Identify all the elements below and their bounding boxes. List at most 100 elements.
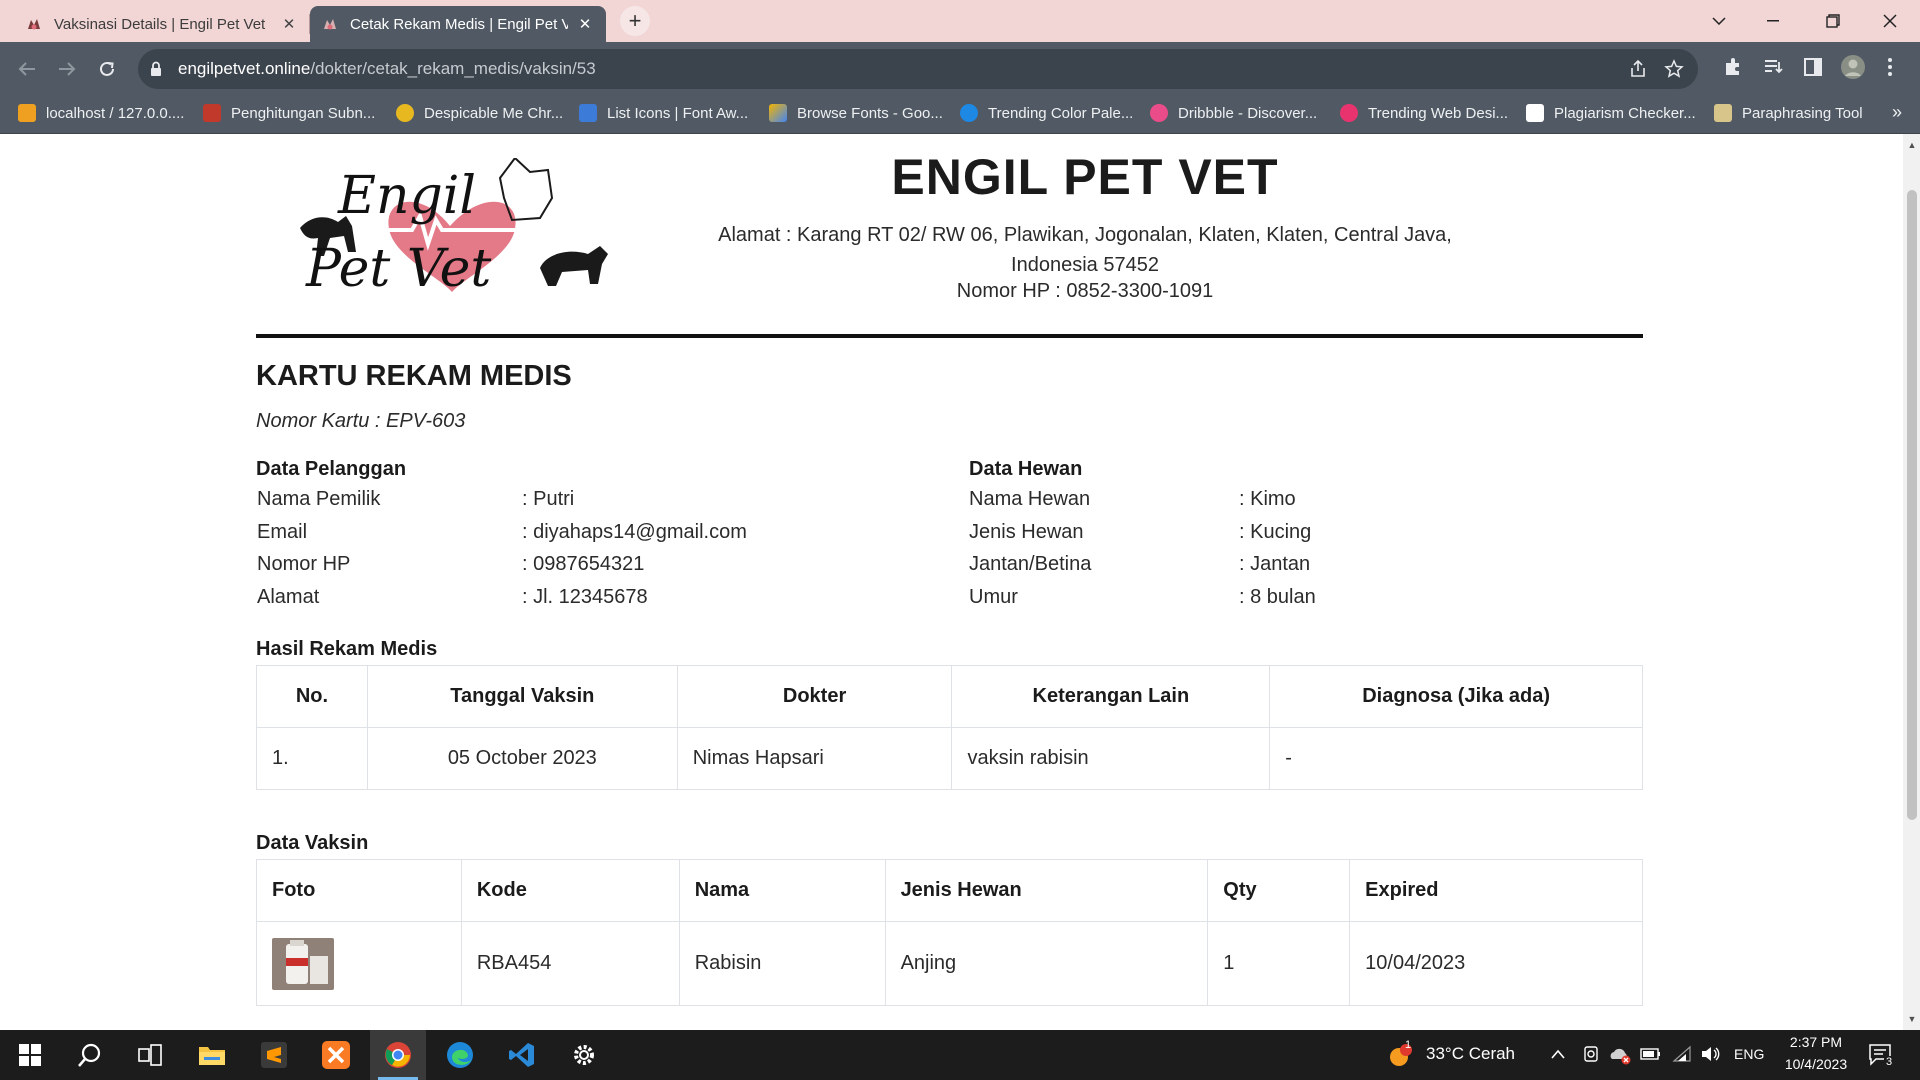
table-cell: - <box>1269 727 1643 790</box>
bookmark-plagiarism[interactable]: Plagiarism Checker... <box>1526 104 1696 122</box>
windows-start-button[interactable] <box>2 1030 58 1080</box>
browser-toolbar: engilpetvet.online/dokter/cetak_rekam_me… <box>0 42 1920 96</box>
reading-list-icon[interactable] <box>1762 56 1784 78</box>
coolors-icon <box>960 104 978 122</box>
close-window-button[interactable] <box>1875 8 1905 34</box>
field-value: : diyahaps14@gmail.com <box>522 521 747 543</box>
weather-text[interactable]: 33°C Cerah <box>1426 1044 1515 1064</box>
tab-vaksinasi-details[interactable]: Vaksinasi Details | Engil Pet Vet ✕ <box>14 6 310 42</box>
table-row: 1. 05 October 2023 Nimas Hapsari vaksin … <box>256 727 1643 790</box>
bookmark-despicable-me[interactable]: Despicable Me Chr... <box>396 104 563 122</box>
field-label: Nama Pemilik <box>257 488 381 510</box>
address-bar[interactable]: engilpetvet.online/dokter/cetak_rekam_me… <box>138 49 1698 89</box>
field-value: : 8 bulan <box>1239 586 1316 608</box>
table-cell <box>256 921 462 1006</box>
bookmark-paraphrasing[interactable]: Paraphrasing Tool <box>1714 104 1863 122</box>
folder-icon <box>199 1047 225 1065</box>
vscode-icon <box>509 1043 534 1067</box>
minimize-button[interactable] <box>1758 8 1788 34</box>
bookmark-coolors[interactable]: Trending Color Pale... <box>960 104 1133 122</box>
search-icon <box>78 1043 101 1067</box>
bookmark-star-icon[interactable] <box>1664 59 1684 79</box>
bookmark-font-awesome[interactable]: List Icons | Font Aw... <box>579 104 748 122</box>
rekam-medis-table: No. Tanggal Vaksin Dokter Keterangan Lai… <box>256 665 1643 790</box>
url-path: /dokter/cetak_rekam_medis/vaksin/53 <box>310 59 596 78</box>
bookmark-label: Penghitungan Subn... <box>231 104 376 122</box>
url-text[interactable]: engilpetvet.online/dokter/cetak_rekam_me… <box>178 59 596 79</box>
lock-icon[interactable] <box>150 61 162 77</box>
column-header: Jenis Hewan <box>884 859 1209 922</box>
table-cell: vaksin rabisin <box>951 727 1271 790</box>
google-fonts-icon <box>769 104 787 122</box>
battery-icon[interactable] <box>1640 1047 1662 1061</box>
chevron-up-icon[interactable] <box>1550 1048 1566 1060</box>
volume-icon[interactable] <box>1700 1045 1720 1063</box>
wifi-icon[interactable] <box>1672 1045 1692 1063</box>
chrome-menu-icon[interactable] <box>1886 56 1894 78</box>
tab-cetak-rekam-medis[interactable]: Cetak Rekam Medis | Engil Pet Vet ✕ <box>310 6 606 42</box>
profile-avatar-icon[interactable] <box>1840 54 1866 80</box>
bookmarks-bar: localhost / 127.0.0.... Penghitungan Sub… <box>0 96 1920 134</box>
bookmark-localhost[interactable]: localhost / 127.0.0.... <box>18 104 184 122</box>
paraphrase-icon <box>1714 104 1732 122</box>
scroll-up-icon[interactable]: ▲ <box>1907 140 1917 150</box>
card-title: KARTU REKAM MEDIS <box>256 360 572 392</box>
taskbar-sublime-text[interactable] <box>246 1030 302 1080</box>
scroll-down-icon[interactable]: ▼ <box>1907 1014 1917 1024</box>
field-label: Jenis Hewan <box>969 521 1084 543</box>
bookmarks-overflow-icon[interactable]: » <box>1892 102 1902 123</box>
column-header: Diagnosa (Jika ada) <box>1269 665 1643 728</box>
table-cell: 1 <box>1207 921 1351 1006</box>
taskbar-chrome[interactable] <box>370 1030 426 1080</box>
taskbar-settings[interactable] <box>556 1030 612 1080</box>
bookmark-label: List Icons | Font Aw... <box>607 104 749 122</box>
bookmark-subnetting[interactable]: Penghitungan Subn... <box>203 104 375 122</box>
meet-now-icon[interactable] <box>1582 1045 1600 1065</box>
page-scrollbar[interactable]: ▲ ▼ <box>1903 134 1920 1030</box>
new-tab-button[interactable]: + <box>620 6 650 36</box>
search-button[interactable] <box>62 1030 118 1080</box>
dribbble-icon <box>1340 104 1358 122</box>
field-value: : Jantan <box>1239 553 1311 575</box>
section-title-pelanggan: Data Pelanggan <box>256 458 407 480</box>
clock-date[interactable]: 10/4/2023 <box>1776 1056 1856 1072</box>
bookmark-label: Dribbble - Discover... <box>1178 104 1318 122</box>
column-header: Kode <box>460 859 680 922</box>
task-view-button[interactable] <box>122 1030 178 1080</box>
language-indicator[interactable]: ENG <box>1734 1046 1764 1062</box>
side-panel-icon[interactable] <box>1802 56 1824 78</box>
gear-icon <box>574 1045 594 1065</box>
field-value: : 0987654321 <box>522 553 645 575</box>
bookmark-label: localhost / 127.0.0.... <box>46 104 185 122</box>
bookmark-dribbble[interactable]: Dribbble - Discover... <box>1150 104 1317 122</box>
forward-button[interactable] <box>52 54 82 84</box>
bookmark-trending-web[interactable]: Trending Web Desi... <box>1340 104 1508 122</box>
taskbar-edge[interactable] <box>432 1030 488 1080</box>
field-label: Email <box>257 521 308 543</box>
reload-button[interactable] <box>92 54 122 84</box>
clock-time[interactable]: 2:37 PM <box>1784 1034 1848 1050</box>
taskbar-vscode[interactable] <box>494 1030 550 1080</box>
restore-button[interactable] <box>1818 8 1848 34</box>
taskbar-file-explorer[interactable] <box>184 1030 240 1080</box>
field-label: Jantan/Betina <box>969 553 1092 575</box>
scrollbar-thumb[interactable] <box>1907 190 1917 820</box>
column-header: No. <box>256 665 368 728</box>
table-header-row: No. Tanggal Vaksin Dokter Keterangan Lai… <box>256 665 1643 728</box>
bookmark-google-fonts[interactable]: Browse Fonts - Goo... <box>769 104 943 122</box>
column-header: Expired <box>1349 859 1643 922</box>
extensions-icon[interactable] <box>1722 56 1744 78</box>
table-header-row: Foto Kode Nama Jenis Hewan Qty Expired <box>256 859 1643 922</box>
bookmark-label: Paraphrasing Tool <box>1742 104 1863 122</box>
tab-search-icon[interactable] <box>1704 8 1734 34</box>
taskbar-xampp[interactable] <box>308 1030 364 1080</box>
minion-icon <box>396 104 414 122</box>
onedrive-icon[interactable] <box>1608 1045 1632 1065</box>
back-button[interactable] <box>12 54 42 84</box>
share-icon[interactable] <box>1628 59 1648 79</box>
close-icon[interactable]: ✕ <box>280 15 298 33</box>
bookmark-label: Browse Fonts - Goo... <box>797 104 943 122</box>
close-icon[interactable]: ✕ <box>576 15 594 33</box>
table-cell: RBA454 <box>460 921 680 1006</box>
engil-favicon-icon <box>324 19 336 30</box>
